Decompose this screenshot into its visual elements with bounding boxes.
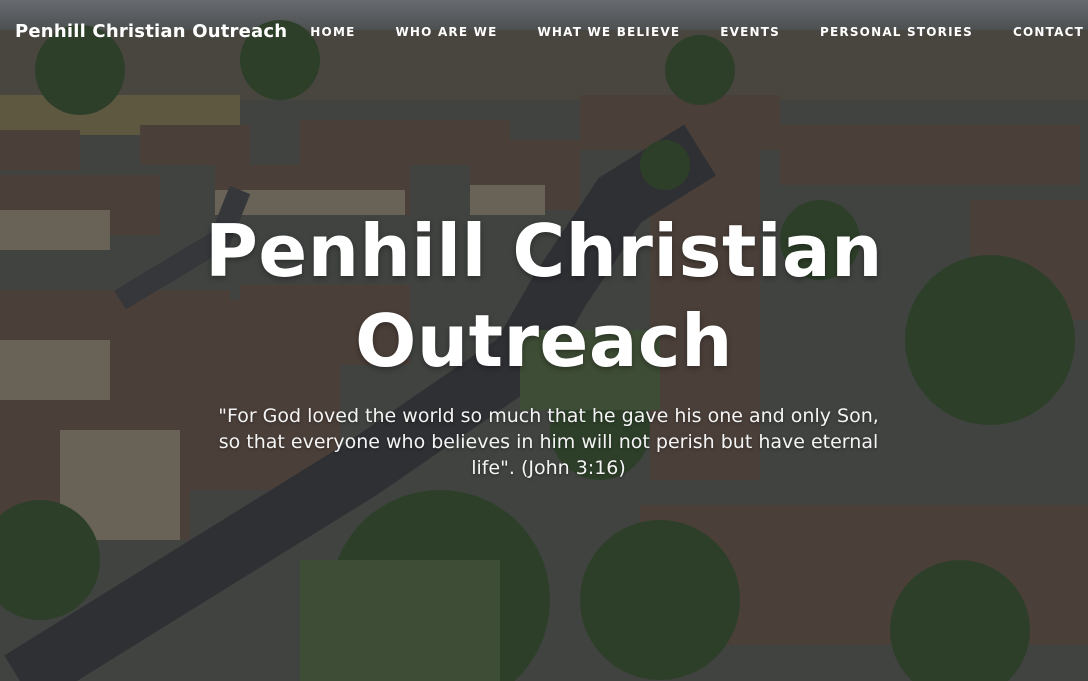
nav-item-home[interactable]: HOME bbox=[310, 25, 355, 39]
hero-title: Penhill Christian Outreach bbox=[0, 206, 1088, 386]
nav-item-contact[interactable]: CONTACT bbox=[1013, 25, 1084, 39]
main-navigation: HOME WHO ARE WE WHAT WE BELIEVE EVENTS P… bbox=[310, 25, 1084, 39]
quote-line-3: life". (John 3:16) bbox=[471, 457, 626, 479]
quote-line-1: "For God loved the world so much that he… bbox=[218, 405, 879, 427]
quote-line-2: so that everyone who believes in him wil… bbox=[218, 431, 879, 453]
nav-item-personal-stories[interactable]: PERSONAL STORIES bbox=[820, 25, 973, 39]
nav-item-who-are-we[interactable]: WHO ARE WE bbox=[395, 25, 497, 39]
site-brand-link[interactable]: Penhill Christian Outreach bbox=[15, 21, 287, 42]
hero-scripture-quote: "For God loved the world so much that he… bbox=[176, 403, 921, 481]
nav-item-what-we-believe[interactable]: WHAT WE BELIEVE bbox=[537, 25, 680, 39]
hero-title-line-1: Penhill Christian bbox=[205, 209, 883, 293]
top-navbar: Penhill Christian Outreach HOME WHO ARE … bbox=[0, 0, 1088, 62]
hero-title-line-2: Outreach bbox=[355, 299, 733, 383]
nav-item-events[interactable]: EVENTS bbox=[720, 25, 780, 39]
